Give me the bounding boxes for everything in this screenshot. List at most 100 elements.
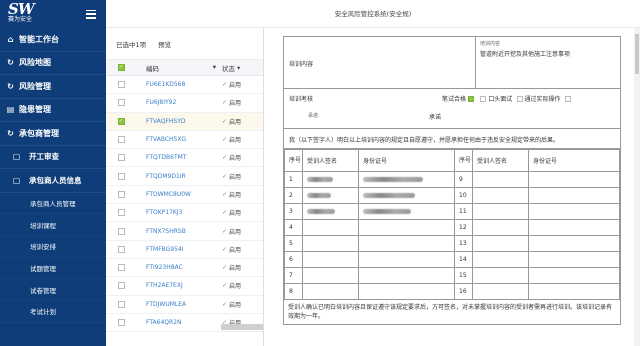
list-item[interactable]: ✓ FTVAQFHSYD ✓ 启用 [106,112,263,131]
footer-note: 受训人确认已明白培训内容且保证遵守该规定要求后，方可签名，对未掌握培训内容的受训… [288,304,613,320]
row-code[interactable]: FTQTDB6TMT [136,154,222,161]
row-checkbox[interactable] [117,99,125,107]
sidebar-item-contractor-management[interactable]: ↻ 承包商管理 [0,122,106,146]
redacted-id-number [363,177,423,182]
sidebar-item-label: 承包商管理 [19,128,59,138]
row-checkbox[interactable] [117,172,125,180]
extra-checkbox[interactable] [564,96,571,102]
row-code[interactable]: FU6J8IY92 [136,99,222,106]
list-item[interactable]: FTMFBG954I ✓ 启用 [106,241,263,259]
list-item[interactable]: FTQDM9D1IR ✓ 启用 [106,167,263,186]
vertical-scrollbar[interactable] [634,28,640,346]
row-checkbox[interactable] [117,227,125,235]
list-toolbar: 已选中1项 预览 [106,28,263,60]
check-icon: ✓ [222,282,228,290]
written-pass-checkbox[interactable] [468,96,475,102]
sidebar-item-hazard-management[interactable]: ▤ 隐患管理 [0,99,106,122]
row-code[interactable]: FTI923H8AC [136,264,222,271]
list-item[interactable]: FTQTDB6TMT ✓ 启用 [106,149,263,168]
sidebar-item-exam-plan[interactable]: 考试计划 [0,301,106,323]
practical-checkbox[interactable] [516,96,523,102]
redacted-signature [307,209,335,214]
logo-subtitle: 赛为安全 [8,16,33,23]
row-code[interactable]: FTQDM9D1IR [136,173,222,180]
row-code[interactable]: FTOKP17KJ3 [136,209,222,216]
row-checkbox[interactable] [117,319,125,326]
practical-label: 通过实际操作 [524,96,561,103]
row-checkbox[interactable] [117,190,125,198]
select-all-checkbox[interactable]: ✓ [117,64,125,71]
row-code[interactable]: FTVABCH5XG [136,136,222,143]
oral-checkbox[interactable] [480,96,487,102]
page-title: 安全风险管控系统(安全规) [334,10,412,18]
sidebar-item-risk-management[interactable]: ↻ 风险管理 [0,75,106,99]
row-status: ✓启用 [222,209,242,218]
assessment-label: 培训考核 [289,96,314,103]
list-item[interactable]: FU6E1KD568 ✓ 启用 [106,76,263,95]
sidebar-item-label: 培训安排 [30,243,56,252]
sidebar-item-start-review[interactable]: ▢ 开工审查 [0,146,106,169]
row-code[interactable]: FTVAQFHSYD [136,118,222,125]
row-checkbox[interactable] [117,209,125,217]
row-code[interactable]: FTH2AE7EXJ [136,282,222,289]
redacted-signature [307,177,333,182]
row-checkbox[interactable] [117,81,125,89]
row-checkbox[interactable] [117,264,125,272]
list-item[interactable]: FTOKP17KJ3 ✓ 启用 [106,204,263,223]
record-list-panel: 已选中1项 预览 ✓ 编码 ▾ 状态 ▾ FU6E1KD568 ✓ 启用 FU6J8IY9… [106,28,264,346]
check-icon: ✓ [222,300,228,308]
row-code[interactable]: FTNX7SHRSB [136,228,222,235]
sidebar-item-label: 试题管理 [30,264,56,273]
row-checkbox[interactable] [117,154,125,162]
row-code[interactable]: FTOWMC8U0W [136,191,222,198]
row-code[interactable]: FTA64QR2N [136,319,222,326]
status-column-header[interactable]: 状态 ▾ [222,63,262,73]
row-code[interactable]: FTDJWUMLEA [136,301,222,308]
row-checkbox[interactable] [117,245,125,253]
redacted-id-number [363,193,415,198]
horizontal-scrollbar[interactable] [221,324,263,330]
sidebar-item-paper-management[interactable]: 试卷管理 [0,279,106,301]
list-item[interactable]: FTH2AE7EXJ ✓ 启用 [106,277,263,296]
row-status: ✓启用 [222,245,242,254]
list-item[interactable]: FU6J8IY92 ✓ 启用 [106,94,263,113]
signature-table-header: 序号 受训人签名 身份证号 序号 受训人签名 身份证号 [284,149,620,172]
check-icon: ✓ [222,99,228,107]
table-row: 7 15 [284,267,620,284]
sidebar-item-label: 考试计划 [30,308,56,317]
row-checkbox[interactable]: ✓ [117,117,125,125]
preview-button[interactable]: 预览 [158,39,171,49]
row-status: ✓启用 [222,190,242,199]
code-column-header[interactable]: 编码 ▾ [136,63,222,73]
menu-toggle-icon[interactable] [86,9,96,19]
sidebar-item-question-management[interactable]: 试题管理 [0,258,106,280]
sort-caret-icon[interactable]: ▾ [237,64,240,72]
row-code[interactable]: FU6E1KD568 [136,81,222,88]
list-item[interactable]: FTVABCH5XG ✓ 启用 [106,131,263,150]
logo[interactable]: SW 赛为安全 [8,2,66,25]
row-status: ✓启用 [222,300,242,309]
refresh-icon: ↻ [7,81,14,91]
list-item[interactable]: FTDJWUMLEA ✓ 启用 [106,296,263,314]
sidebar-item-personnel-management[interactable]: 承包商人员管理 [0,193,106,215]
list-item[interactable]: FTNX7SHRSB ✓ 启用 [106,222,263,241]
home-icon: ⌂ [7,34,14,44]
sidebar-item-label: 智能工作台 [19,34,59,44]
sidebar-item-workbench[interactable]: ⌂ 智能工作台 [0,28,106,52]
row-code[interactable]: FTMFBG954I [136,246,222,253]
sidebar-item-risk-map[interactable]: ↻ 风险地图 [0,52,106,75]
sidebar-item-contractor-personnel[interactable]: ▢ 承包商人员信息 [0,169,106,193]
list-item[interactable]: FTI923H8AC ✓ 启用 [106,259,263,278]
row-status: ✓启用 [222,99,242,108]
sidebar-item-training-schedule[interactable]: 培训安排 [0,236,106,258]
list-item[interactable]: FTOWMC8U0W ✓ 启用 [106,186,263,205]
row-status: ✓启用 [222,117,242,126]
row-status: ✓启用 [222,172,242,181]
sidebar-item-training-course[interactable]: 培训课程 [0,214,106,236]
row-checkbox[interactable] [117,282,125,290]
sort-caret-icon[interactable]: ▾ [213,63,216,73]
table-row: 6 14 [284,251,620,268]
row-checkbox[interactable] [117,300,125,308]
row-checkbox[interactable] [117,136,125,144]
sidebar: SW 赛为安全 ⌂ 智能工作台 ↻ 风险地图 ↻ 风险管理 ▤ 隐患管理 ↻ 承… [0,0,106,346]
